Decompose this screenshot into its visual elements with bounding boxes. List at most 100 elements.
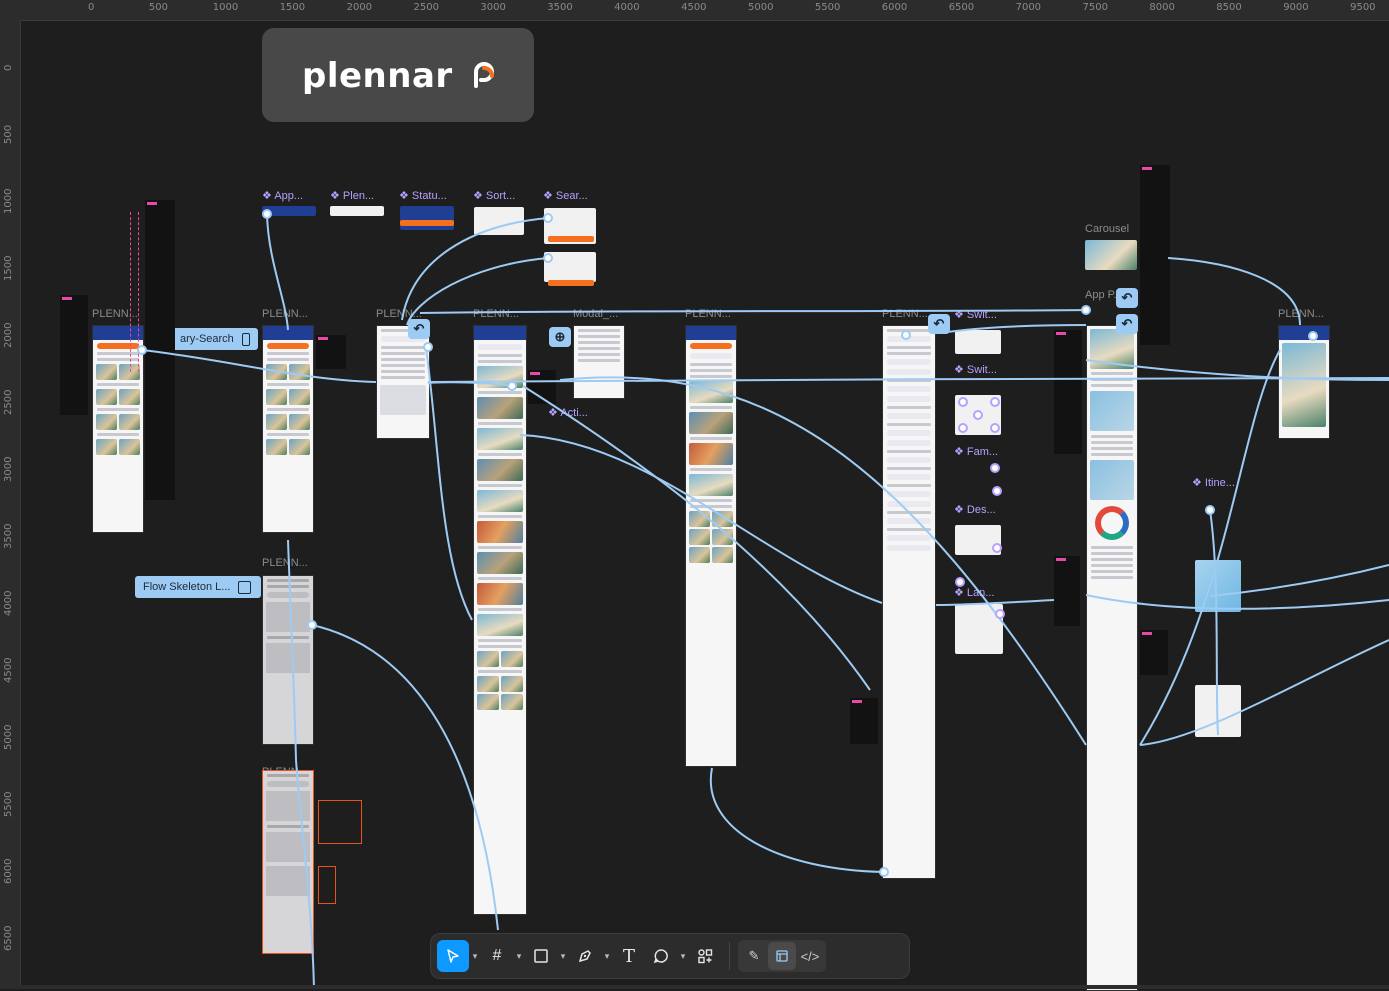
chevron-down-icon[interactable]: ▾	[557, 951, 569, 962]
doc-column-4[interactable]	[1140, 165, 1170, 345]
frame-label-skeleton[interactable]: PLENN...	[262, 557, 308, 569]
doc-column-1[interactable]	[60, 295, 88, 415]
spacing-guide-2	[318, 866, 336, 904]
design-mode-icon[interactable]	[768, 942, 796, 970]
horizontal-scrollbar[interactable]	[0, 985, 1389, 989]
ruler-left-tick-label: 6000	[3, 858, 14, 884]
left-ruler: 0 500 1000 1500 2000 2500 3000 3500 4000 4500 5000…	[0, 20, 21, 989]
note-search-flow[interactable]: ary-Search	[172, 328, 258, 350]
component-search-2[interactable]	[544, 252, 596, 282]
frame-skeleton[interactable]	[262, 575, 314, 745]
component-label-sear[interactable]: Sear...	[543, 189, 588, 202]
ruler-top-tick-label: 5500	[814, 2, 841, 13]
ruler-top-tick-label: 9000	[1283, 2, 1309, 13]
frame-search[interactable]	[376, 325, 430, 439]
itinerary-card-frame[interactable]	[1195, 685, 1241, 737]
frame-results[interactable]	[473, 325, 527, 915]
design-frame[interactable]	[955, 525, 1001, 555]
frame-label-results[interactable]: PLENN...	[473, 308, 519, 320]
ruler-top-tick-label: 1500	[279, 2, 306, 13]
frame-carousel-detail[interactable]	[1278, 325, 1330, 439]
chevron-down-icon[interactable]: ▾	[677, 951, 689, 962]
back-arrow-icon[interactable]: ↶	[1116, 288, 1138, 308]
ruler-top-tick-label: 4500	[681, 2, 707, 13]
chevron-down-icon[interactable]: ▾	[601, 951, 613, 962]
ruler-top-tick-label: 3500	[547, 2, 573, 13]
component-label-statu[interactable]: Statu...	[399, 189, 447, 202]
chevron-down-icon[interactable]: ▾	[469, 951, 481, 962]
frame-label-detail[interactable]: PLENN...	[1278, 308, 1324, 320]
ruler-left-tick-label: 2500	[3, 389, 14, 415]
frame-label-carousel[interactable]: Carousel	[1085, 223, 1129, 235]
ruler-top-tick-label: 7500	[1082, 2, 1108, 13]
logo-wordmark: plennar	[302, 56, 453, 96]
ruler-left-tick-label: 6500	[3, 925, 14, 951]
frame-label-filters[interactable]: PLENN...	[882, 308, 928, 320]
component-status-bar[interactable]	[400, 206, 454, 230]
component-plen-bar[interactable]	[330, 206, 384, 216]
component-sort-menu[interactable]	[474, 207, 524, 235]
pen-tool-icon[interactable]	[569, 940, 601, 972]
ruler-left-tick-label: 1000	[3, 188, 14, 214]
frame-trip-detail[interactable]	[1086, 325, 1138, 991]
doc-column-7[interactable]	[1140, 630, 1168, 675]
component-app-header[interactable]	[262, 206, 316, 216]
move-tool-icon[interactable]	[437, 940, 469, 972]
chevron-down-icon[interactable]: ▾	[513, 951, 525, 962]
component-label-des[interactable]: Des...	[954, 503, 996, 516]
doc-column-6[interactable]	[1054, 556, 1080, 626]
ruler-top-tick-label: 5000	[748, 2, 774, 13]
back-arrow-icon[interactable]: ↶	[1116, 314, 1138, 334]
itinerary-map-frame[interactable]	[1195, 560, 1241, 612]
component-label-plen[interactable]: Plen...	[330, 189, 374, 202]
frame-explore[interactable]	[685, 325, 737, 767]
component-label-app[interactable]: App...	[262, 189, 303, 202]
ruler-top-tick-label: 4000	[614, 2, 640, 13]
doc-column-5[interactable]	[1054, 330, 1082, 454]
component-label-lan[interactable]: Lan...	[954, 586, 995, 599]
logo-card[interactable]: plennar	[262, 28, 534, 122]
component-label-fam[interactable]: Fam...	[954, 445, 998, 458]
text-tool-icon[interactable]: T	[613, 940, 645, 972]
back-arrow-icon[interactable]: ↶	[928, 314, 950, 334]
draw-mode-icon[interactable]: ✎	[740, 942, 768, 970]
ruler-top-tick-label: 8500	[1216, 2, 1242, 13]
doc-column-3[interactable]	[316, 335, 346, 369]
measure-guide-2	[138, 212, 139, 372]
frame-home-1[interactable]	[92, 325, 144, 533]
frame-tool-icon[interactable]: #	[481, 940, 513, 972]
switch-frame-2[interactable]	[955, 395, 1001, 435]
ruler-left-tick-label: 0	[3, 64, 14, 71]
overlay-icon[interactable]: ⊕	[549, 327, 571, 347]
note-flow-skeleton[interactable]: Flow Skeleton L...	[135, 576, 261, 598]
doc-column-2[interactable]	[145, 200, 175, 500]
doc-column-9[interactable]	[528, 370, 556, 404]
component-label-sort[interactable]: Sort...	[473, 189, 515, 202]
ruler-top-tick-label: 6000	[881, 2, 908, 13]
frame-label-home-2[interactable]: PLENN...	[262, 308, 308, 320]
ruler-top-tick-label: 2000	[346, 2, 373, 13]
frame-label-explore[interactable]: PLENN...	[685, 308, 731, 320]
toolbar-divider	[729, 942, 730, 970]
rectangle-tool-icon[interactable]	[525, 940, 557, 972]
component-label-swit-2[interactable]: Swit...	[954, 363, 997, 376]
frame-filters[interactable]	[882, 325, 936, 879]
ruler-top-tick-label: 8000	[1149, 2, 1175, 13]
component-label-swit-1[interactable]: Swit...	[954, 308, 997, 321]
carousel-frame[interactable]	[1085, 240, 1137, 270]
dev-mode-icon[interactable]: </>	[796, 942, 824, 970]
component-label-itine[interactable]: Itine...	[1192, 476, 1235, 489]
frame-home-2[interactable]	[262, 325, 314, 533]
switch-frame-1[interactable]	[955, 330, 1001, 354]
frame-modal[interactable]	[573, 325, 625, 399]
component-label-acti[interactable]: Acti...	[548, 406, 588, 419]
ruler-top-tick-label: 2500	[413, 2, 439, 13]
doc-column-8[interactable]	[850, 698, 878, 744]
comment-tool-icon[interactable]	[645, 940, 677, 972]
back-arrow-icon[interactable]: ↶	[408, 319, 430, 339]
frame-label-modal[interactable]: Modal_...	[573, 308, 618, 320]
ruler-left-tick-label: 1500	[3, 255, 14, 281]
selection-box[interactable]	[262, 770, 314, 954]
language-frame[interactable]	[955, 604, 1003, 654]
actions-tool-icon[interactable]	[689, 940, 721, 972]
